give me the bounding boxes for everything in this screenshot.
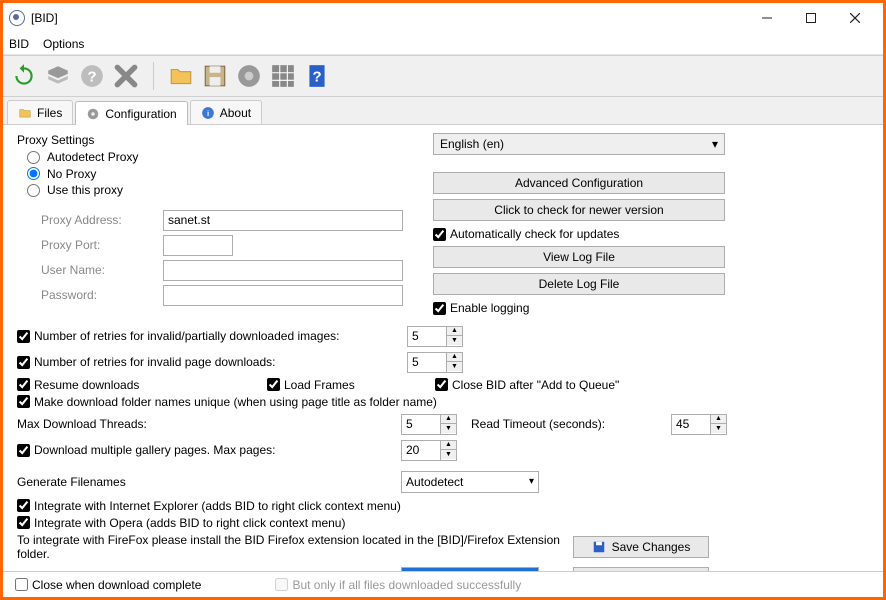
svg-text:i: i [207, 108, 209, 117]
only-if-success-checkbox: But only if all files downloaded success… [275, 578, 521, 592]
grid-icon[interactable] [268, 61, 298, 91]
radio-no-proxy[interactable]: No Proxy [27, 167, 96, 181]
scanner-icon[interactable] [43, 61, 73, 91]
about-icon[interactable]: ? [302, 61, 332, 91]
radio-use-this-proxy[interactable]: Use this proxy [27, 183, 123, 197]
chevron-down-icon: ▾ [529, 476, 534, 487]
svg-text:?: ? [312, 68, 321, 85]
proxy-pass-label: Password: [41, 288, 97, 302]
max-threads-label: Max Download Threads: [17, 417, 401, 431]
retries-invalid-images-checkbox[interactable]: Number of retries for invalid/partially … [17, 329, 401, 343]
window-title: [BID] [31, 11, 58, 25]
about-tab-icon: i [201, 106, 215, 120]
delete-log-button[interactable]: Delete Log File [433, 273, 725, 295]
proxy-port-label: Proxy Port: [41, 238, 100, 252]
delete-icon[interactable] [111, 61, 141, 91]
retries-invalid-page-checkbox[interactable]: Number of retries for invalid page downl… [17, 355, 401, 369]
close-button[interactable] [833, 4, 877, 32]
config-tab-icon [86, 107, 100, 121]
resume-downloads-checkbox[interactable]: Resume downloads [17, 378, 267, 392]
cancel-changes-button[interactable]: Cancel Changes [573, 567, 709, 572]
cookies-combo[interactable]: FireFox▾ [401, 567, 539, 572]
titlebar: [BID] [3, 3, 883, 33]
close-after-queue-checkbox[interactable]: Close BID after "Add to Queue" [435, 378, 619, 392]
unique-folder-checkbox[interactable]: Make download folder names unique (when … [17, 395, 437, 409]
gen-filenames-combo[interactable]: Autodetect▾ [401, 471, 539, 493]
auto-update-checkbox[interactable]: Automatically check for updates [433, 227, 725, 241]
tab-label: Files [37, 106, 62, 120]
proxy-user-label: User Name: [41, 263, 105, 277]
integrate-opera-checkbox[interactable]: Integrate with Opera (adds BID to right … [17, 516, 345, 530]
tab-files[interactable]: Files [7, 100, 73, 124]
maximize-button[interactable] [789, 4, 833, 32]
enable-logging-checkbox[interactable]: Enable logging [433, 301, 725, 315]
tab-configuration[interactable]: Configuration [75, 101, 187, 125]
refresh-icon[interactable] [9, 61, 39, 91]
save-icon[interactable] [200, 61, 230, 91]
multi-pages-spinner[interactable]: ▲▼ [401, 440, 457, 461]
app-window: [BID] BID Options ? [0, 0, 886, 600]
app-icon [9, 10, 25, 26]
bottombar: Close when download complete But only if… [3, 571, 883, 597]
cookies-label: If not launched from a browser context m… [17, 571, 401, 572]
proxy-pass-input[interactable] [163, 285, 403, 306]
proxy-group-title: Proxy Settings [17, 133, 417, 147]
save-icon [592, 540, 606, 554]
advanced-config-button[interactable]: Advanced Configuration [433, 172, 725, 194]
check-update-button[interactable]: Click to check for newer version [433, 199, 725, 221]
proxy-address-input[interactable] [163, 210, 403, 231]
menubar: BID Options [3, 33, 883, 55]
firefox-note: To integrate with FireFox please install… [17, 533, 573, 561]
chevron-down-icon: ▾ [712, 137, 718, 151]
language-value: English (en) [440, 137, 504, 151]
menu-item-options[interactable]: Options [43, 37, 84, 51]
save-changes-button[interactable]: Save Changes [573, 536, 709, 558]
max-threads-spinner[interactable]: ▲▼ [401, 414, 457, 435]
proxy-address-label: Proxy Address: [41, 213, 122, 227]
cancel-icon [587, 571, 601, 572]
view-log-button[interactable]: View Log File [433, 246, 725, 268]
minimize-button[interactable] [745, 4, 789, 32]
proxy-port-input[interactable] [163, 235, 233, 256]
files-tab-icon [18, 106, 32, 120]
right-column: English (en) ▾ Advanced Configuration Cl… [433, 133, 725, 315]
language-select[interactable]: English (en) ▾ [433, 133, 725, 155]
radio-autodetect-proxy[interactable]: Autodetect Proxy [27, 150, 138, 164]
multi-pages-checkbox[interactable]: Download multiple gallery pages. Max pag… [17, 443, 401, 457]
gen-filenames-label: Generate Filenames [17, 475, 401, 489]
retries-invalid-images-spinner[interactable]: ▲▼ [407, 326, 463, 347]
config-panel: Proxy Settings Autodetect Proxy No Proxy… [3, 125, 883, 571]
read-timeout-label: Read Timeout (seconds): [471, 417, 671, 431]
toolbar: ? ? [3, 55, 883, 97]
gear-icon[interactable] [234, 61, 264, 91]
folder-icon[interactable] [166, 61, 196, 91]
integrate-ie-checkbox[interactable]: Integrate with Internet Explorer (adds B… [17, 499, 401, 513]
proxy-user-input[interactable] [163, 260, 403, 281]
tab-label: Configuration [105, 107, 176, 121]
help-icon[interactable]: ? [77, 61, 107, 91]
menu-item-bid[interactable]: BID [9, 37, 29, 51]
retries-invalid-page-spinner[interactable]: ▲▼ [407, 352, 463, 373]
load-frames-checkbox[interactable]: Load Frames [267, 378, 435, 392]
tab-about[interactable]: i About [190, 100, 262, 124]
svg-text:?: ? [87, 68, 96, 85]
close-when-complete-checkbox[interactable]: Close when download complete [15, 578, 201, 592]
tab-label: About [220, 106, 251, 120]
tabstrip: Files Configuration i About [3, 97, 883, 125]
read-timeout-spinner[interactable]: ▲▼ [671, 414, 727, 435]
